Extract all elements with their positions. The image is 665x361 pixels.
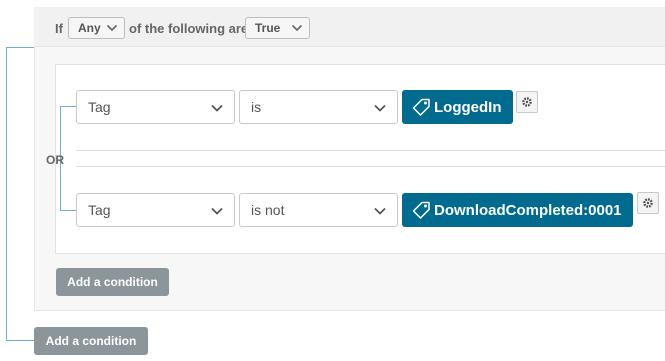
inner-add-condition-button[interactable]: Add a condition	[56, 268, 169, 296]
chevron-down-icon	[374, 207, 386, 215]
condition-1-field-select[interactable]: Tag	[76, 90, 235, 124]
chevron-down-icon	[106, 24, 118, 32]
condition-2-operator-value: is not	[251, 202, 285, 218]
inner-connector-row2	[60, 210, 76, 211]
condition-1-operator-select[interactable]: is	[239, 90, 398, 124]
condition-1-tag-label: LoggedIn	[434, 98, 502, 116]
inner-connector-row1	[60, 106, 76, 107]
gear-icon	[643, 198, 653, 208]
chevron-down-icon	[291, 24, 303, 32]
match-type-select[interactable]: Any	[68, 17, 125, 39]
chevron-down-icon	[211, 104, 223, 112]
or-separator-label: OR	[46, 153, 64, 167]
row-divider	[76, 166, 665, 167]
truth-select[interactable]: True	[245, 17, 310, 39]
condition-1-settings-button[interactable]	[516, 91, 538, 113]
condition-2-tag-label: DownloadCompleted:0001	[434, 201, 622, 219]
match-type-value: Any	[78, 21, 101, 35]
chevron-down-icon	[211, 207, 223, 215]
outer-connector-vertical	[6, 47, 7, 340]
condition-1-field-value: Tag	[88, 99, 111, 115]
truth-value: True	[255, 21, 281, 35]
condition-2-field-select[interactable]: Tag	[76, 193, 235, 227]
row-divider	[76, 150, 665, 151]
tag-icon	[412, 98, 430, 116]
condition-1-tag-chip[interactable]: LoggedIn	[402, 90, 513, 124]
condition-2-field-value: Tag	[88, 202, 111, 218]
outer-connector-top	[6, 47, 34, 48]
chevron-down-icon	[374, 104, 386, 112]
condition-2-tag-chip[interactable]: DownloadCompleted:0001	[402, 193, 633, 227]
gear-icon	[522, 97, 532, 107]
of-following-label: of the following are	[129, 21, 249, 36]
if-label: If	[55, 21, 63, 36]
condition-2-operator-select[interactable]: is not	[239, 193, 398, 227]
condition-2-settings-button[interactable]	[637, 192, 659, 214]
outer-add-condition-button[interactable]: Add a condition	[34, 327, 148, 355]
tag-icon	[412, 201, 430, 219]
outer-connector-bottom	[6, 340, 34, 341]
condition-1-operator-value: is	[251, 99, 262, 115]
